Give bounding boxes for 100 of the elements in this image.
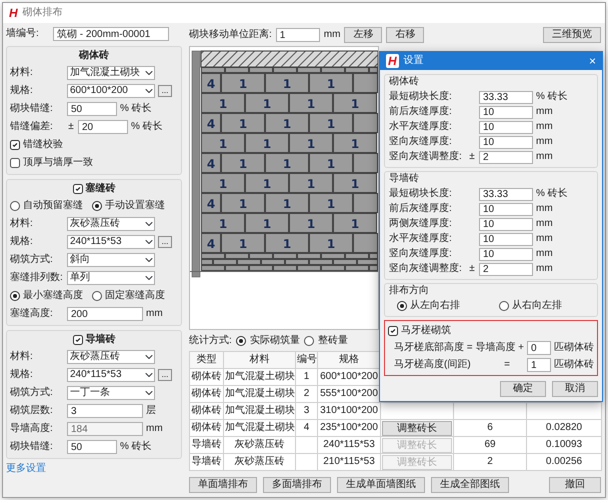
field-label: 最短砌块长度: (389, 188, 453, 200)
table-cell: 砌体砖 (190, 402, 224, 420)
dropdown[interactable]: 斜向 (67, 253, 155, 267)
field-label: 马牙槎高度(间距) (394, 359, 472, 371)
table-cell: 加气混凝土砌块 (224, 386, 296, 402)
dropdown[interactable]: 一丁一条 (67, 386, 155, 400)
dropdown[interactable]: 240*115*53 (67, 368, 155, 382)
toolbar-button[interactable]: 右移 (386, 27, 424, 43)
input-field[interactable]: 10 (479, 120, 533, 134)
checkbox[interactable] (72, 335, 82, 345)
input-field[interactable]: 3 (67, 404, 143, 418)
field-label: 前后灰缝厚度: (389, 106, 453, 118)
input-field[interactable]: 2 (479, 262, 533, 276)
plus-minus-sign: ± (468, 263, 476, 275)
input-field[interactable]: 10 (479, 202, 533, 216)
group-title: 排布方向 (389, 285, 430, 298)
field-label: 水平灰缝厚度: (389, 121, 453, 133)
input-field[interactable]: 10 (479, 232, 533, 246)
dropdown[interactable]: 加气混凝土砌块 (67, 66, 155, 80)
dropdown[interactable]: 240*115*53 (67, 235, 155, 249)
action-button[interactable]: 多面墙排布 (263, 477, 331, 493)
dropdown[interactable]: 灰砂蒸压砖 (67, 350, 155, 364)
radio-button[interactable] (304, 336, 314, 346)
radio-button[interactable] (397, 301, 407, 311)
field-label: 砌块错缝: (10, 441, 54, 453)
unit-label: 层 (146, 405, 156, 417)
radio-button[interactable] (10, 201, 20, 211)
field-label: 水平灰缝厚度: (389, 233, 453, 245)
logo-icon: H (9, 7, 18, 19)
radio-button[interactable] (10, 291, 20, 301)
group-title: 塞缝砖 (86, 183, 116, 195)
more-button[interactable]: ... (158, 85, 172, 97)
radio-button[interactable] (236, 336, 246, 346)
input-field[interactable]: 1 (276, 28, 320, 42)
preview-button[interactable]: 三维预览 (543, 27, 601, 43)
more-button[interactable]: ... (158, 236, 172, 248)
unit-label: mm (536, 233, 553, 245)
action-button[interactable]: 生成全部图纸 (431, 477, 509, 493)
brick-number: 4 (206, 117, 216, 131)
brick (245, 173, 289, 193)
brick-number: 1 (350, 177, 360, 191)
input-field[interactable]: 0 (527, 341, 552, 355)
brick-number: 4 (206, 77, 216, 91)
brick (289, 213, 333, 233)
brick-number: 1 (262, 217, 272, 231)
action-button[interactable]: 单面墙排布 (189, 477, 257, 493)
input-field[interactable]: 1 (527, 358, 551, 372)
table-cell: 导墙砖 (190, 436, 224, 454)
radio-button[interactable] (92, 291, 102, 301)
input-field[interactable]: 50 (67, 440, 117, 454)
more-button[interactable]: ... (158, 369, 172, 381)
input-field[interactable]: 50 (67, 102, 117, 116)
field-label: 材料: (10, 67, 34, 79)
field-label: 规格: (10, 236, 34, 248)
dropdown[interactable]: 600*100*200 (67, 84, 155, 98)
input-field[interactable]: 33.33 (479, 90, 533, 104)
field-label: 竖向灰缝调整度: (389, 151, 463, 163)
unit-label: % 砖长 (120, 441, 152, 453)
input-field[interactable]: 20 (78, 120, 128, 134)
brick (289, 133, 333, 153)
plus-minus-sign: ± (468, 151, 476, 163)
dialog-button[interactable]: 确定 (500, 381, 546, 397)
checkbox[interactable] (10, 140, 20, 150)
table-cell: 2 (454, 454, 526, 470)
brick (245, 133, 289, 153)
radio-button[interactable] (499, 301, 509, 311)
close-button[interactable]: × (586, 55, 598, 67)
brick (245, 93, 289, 113)
field-label: 砌筑方式: (10, 387, 54, 399)
checkbox[interactable] (388, 326, 398, 336)
input-field[interactable]: 10 (479, 218, 533, 230)
adjust-length-button[interactable]: 调整砖长 (382, 420, 452, 436)
radio-label: 整砖量 (318, 334, 348, 346)
checkbox[interactable] (10, 158, 20, 168)
action-button[interactable]: 生成单面墙图纸 (337, 477, 425, 493)
unit-label: mm (536, 151, 553, 163)
brick-number: 1 (238, 157, 248, 171)
input-field[interactable]: 筑砌 - 200mm-00001 (53, 27, 169, 41)
brick-number: 1 (238, 237, 248, 251)
toolbar-button[interactable]: 左移 (344, 27, 382, 43)
brick-number: 1 (282, 237, 292, 251)
field-label: 错缝偏差: (10, 121, 54, 133)
dropdown[interactable]: 灰砂蒸压砖 (67, 217, 155, 231)
brick-number: 1 (306, 177, 316, 191)
dialog-button[interactable]: 取消 (552, 381, 598, 397)
undo-button[interactable]: 撤回 (549, 477, 601, 493)
input-field[interactable]: 33.33 (479, 188, 533, 200)
dropdown[interactable]: 单列 (67, 271, 155, 285)
input-field[interactable]: 2 (479, 150, 533, 164)
input-field[interactable]: 10 (479, 248, 533, 260)
brick (265, 113, 309, 133)
brick-number: 1 (262, 177, 272, 191)
checkbox-label: 错缝校验 (23, 139, 63, 151)
checkbox[interactable] (72, 184, 82, 194)
input-field[interactable]: 10 (479, 136, 533, 148)
input-field[interactable]: 10 (479, 106, 533, 118)
input-field[interactable]: 200 (67, 307, 143, 321)
radio-button[interactable] (92, 201, 102, 211)
more-settings-link[interactable]: 更多设置 (6, 463, 182, 475)
field-label: 规格: (10, 369, 34, 381)
